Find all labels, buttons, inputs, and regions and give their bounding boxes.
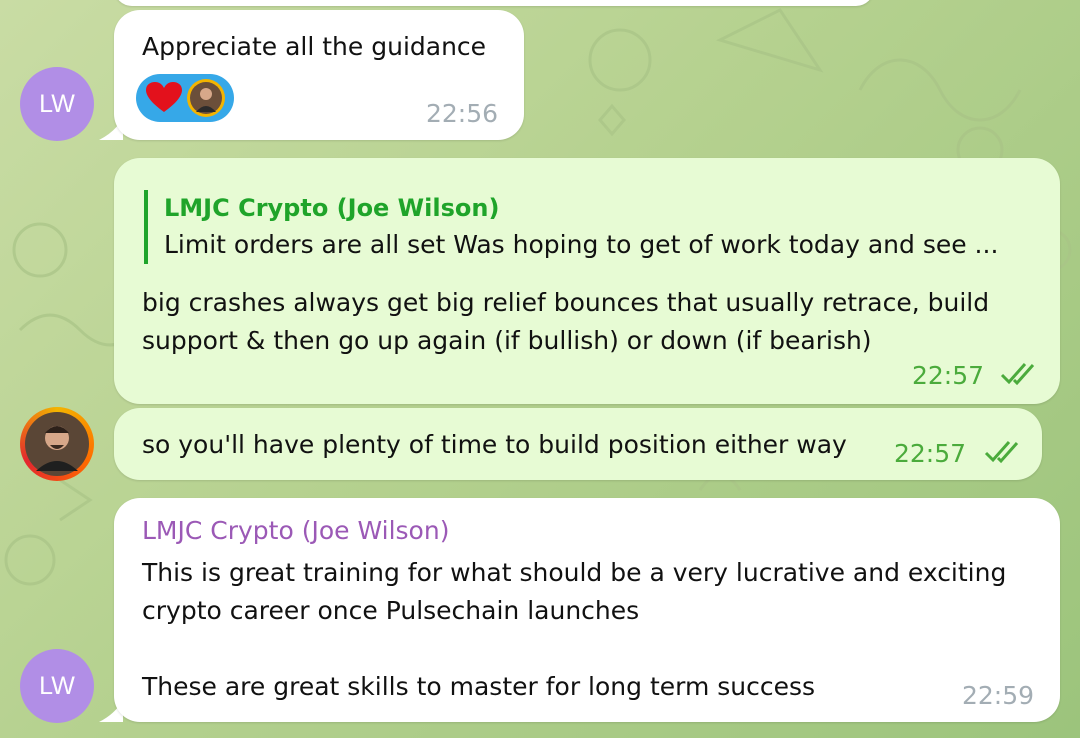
- avatar[interactable]: LW: [20, 649, 94, 723]
- reply-sender: LMJC Crypto (Joe Wilson): [164, 194, 500, 222]
- heart-icon: [146, 82, 182, 112]
- avatar[interactable]: LW: [20, 67, 94, 141]
- message-text: Appreciate all the guidance: [142, 32, 487, 61]
- message-text: This is great training for what should b…: [142, 558, 1007, 701]
- message-bubble-partial[interactable]: [114, 0, 874, 6]
- user-avatar-icon: [187, 79, 225, 117]
- message-bubble[interactable]: so you'll have plenty of time to build p…: [114, 408, 1042, 480]
- message-text: so you'll have plenty of time to build p…: [142, 430, 847, 459]
- message-bubble[interactable]: Appreciate all the guidance 22:56: [114, 10, 524, 140]
- read-checkmarks-icon: [984, 441, 1019, 464]
- message-time: 22:59: [961, 681, 1034, 710]
- reply-text: Limit orders are all set Was hoping to g…: [164, 230, 999, 259]
- sender-name[interactable]: LMJC Crypto (Joe Wilson): [142, 516, 449, 545]
- message-time: 22:56: [425, 99, 498, 128]
- message-bubble[interactable]: LMJC Crypto (Joe Wilson) This is great t…: [114, 498, 1060, 722]
- reaction-chip[interactable]: [136, 74, 234, 122]
- message-text: big crashes always get big relief bounce…: [142, 288, 998, 355]
- message-time: 22:57: [893, 439, 966, 468]
- message-bubble[interactable]: LMJC Crypto (Joe Wilson) Limit orders ar…: [114, 158, 1060, 404]
- avatar[interactable]: [20, 407, 94, 481]
- user-photo-icon: [25, 412, 89, 476]
- message-time: 22:57: [911, 361, 984, 390]
- read-checkmarks-icon: [1000, 363, 1035, 386]
- avatar-initials: LW: [39, 671, 75, 700]
- avatar-initials: LW: [39, 89, 75, 118]
- reply-preview[interactable]: LMJC Crypto (Joe Wilson) Limit orders ar…: [144, 190, 1036, 264]
